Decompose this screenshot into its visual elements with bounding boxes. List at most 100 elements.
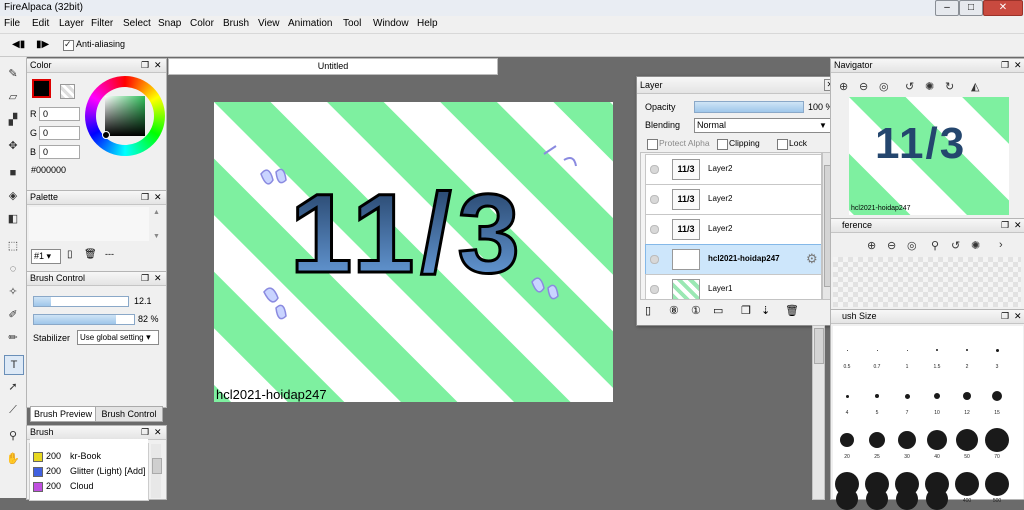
pen-tool-icon[interactable]: ✎	[4, 65, 22, 83]
brush-size-scrollbar[interactable]	[812, 325, 825, 500]
rotate-left-icon[interactable]: ↺	[905, 80, 914, 93]
brush-size-dot[interactable]	[836, 488, 858, 510]
reference-canvas[interactable]	[833, 257, 1021, 307]
menu-file[interactable]: File	[4, 18, 20, 29]
dot-tool-icon[interactable]: ▞	[4, 111, 22, 129]
brush-size-dot[interactable]	[846, 349, 848, 351]
list-item[interactable]: 200 Cloud	[30, 479, 148, 493]
eyedropper-tool-icon[interactable]: ⚲	[4, 427, 22, 445]
divide-tool-icon[interactable]: ⟋	[4, 401, 22, 419]
clipping-checkbox[interactable]	[717, 139, 728, 150]
navigator-thumbnail[interactable]: 11/3 hcl2021-hoidap247	[849, 97, 1009, 215]
lasso-tool-icon[interactable]: ◌	[4, 260, 22, 278]
scroll-thumb[interactable]	[152, 458, 162, 474]
brush-list-scrollbar[interactable]	[151, 444, 162, 498]
visibility-icon[interactable]	[650, 255, 659, 264]
zoom-actual-icon[interactable]: ◎	[907, 239, 917, 252]
layer-row-selected[interactable]: hcl2021-hoidap247 ⚙	[645, 244, 821, 275]
brush-size-dot[interactable]	[869, 432, 885, 448]
color-wheel[interactable]	[85, 76, 165, 156]
menu-snap[interactable]: Snap	[158, 18, 181, 29]
move-tool-icon[interactable]: ✥	[4, 137, 22, 155]
rotate-reset-icon[interactable]: ✺	[971, 239, 980, 252]
bucket-tool-icon[interactable]: ◈	[4, 187, 22, 205]
layer-opacity-slider[interactable]	[694, 101, 804, 113]
eraser-tool-icon[interactable]: ▱	[4, 88, 22, 106]
close-icon[interactable]: ✕	[154, 59, 162, 72]
menu-layer[interactable]: Layer	[59, 18, 84, 29]
menu-filter[interactable]: Filter	[91, 18, 113, 29]
scroll-up-icon[interactable]: ▲	[153, 209, 160, 216]
visibility-icon[interactable]	[650, 165, 659, 174]
layer-row[interactable]: 11/3 Layer2	[645, 214, 821, 245]
visibility-icon[interactable]	[650, 225, 659, 234]
r-input[interactable]: 0	[39, 107, 80, 121]
brush-size-dot[interactable]	[956, 429, 978, 451]
delete-layer-icon[interactable]: 🗑	[785, 304, 799, 317]
zoom-out-icon[interactable]: ⊖	[859, 80, 868, 93]
float-icon[interactable]: ❐	[1001, 59, 1009, 72]
brush-size-dot[interactable]	[845, 394, 849, 398]
document-tab[interactable]: Untitled	[168, 58, 498, 75]
select-pen-icon[interactable]: ✐	[4, 306, 22, 324]
brush-size-dot[interactable]	[985, 428, 1009, 452]
brush-size-dot[interactable]	[875, 394, 879, 398]
new-1bit-layer-icon[interactable]: ①	[691, 304, 701, 317]
lock-checkbox[interactable]	[777, 139, 788, 150]
brush-size-dot[interactable]	[876, 349, 878, 351]
brush-size-dot[interactable]	[936, 349, 938, 351]
layer-row[interactable]: Layer1	[645, 274, 821, 299]
primary-color-swatch[interactable]	[32, 79, 51, 98]
g-input[interactable]: 0	[39, 126, 80, 140]
new-folder-icon[interactable]: ▭	[713, 304, 723, 317]
menu-help[interactable]: Help	[417, 18, 438, 29]
palette-set-select[interactable]: #1 ▾	[31, 249, 61, 264]
brush-size-dot[interactable]	[926, 488, 948, 510]
float-icon[interactable]: ❐	[1001, 219, 1009, 232]
select-eraser-icon[interactable]: ✏	[4, 329, 22, 347]
new-8bit-layer-icon[interactable]: ⑧	[669, 304, 679, 317]
brush-opacity-slider[interactable]	[33, 314, 135, 325]
eyedropper-icon[interactable]: ⚲	[931, 239, 939, 252]
minimize-button[interactable]: –	[935, 0, 959, 16]
list-item[interactable]: 200 Glitter (Light) [Add]	[30, 464, 148, 478]
brush-size-dot[interactable]	[840, 433, 854, 447]
brush-size-dot[interactable]	[906, 349, 908, 351]
float-icon[interactable]: ❐	[1001, 310, 1009, 323]
close-window-button[interactable]: ✕	[983, 0, 1023, 16]
palette-more[interactable]: ---	[105, 249, 114, 259]
close-icon[interactable]: ✕	[154, 272, 162, 285]
drawing-canvas[interactable]: 11/3 hcl2021-hoidap247	[214, 102, 613, 402]
zoom-actual-icon[interactable]: ◎	[879, 80, 889, 93]
layer-row[interactable]: 11/3 Layer2	[645, 184, 821, 215]
gradient-tool-icon[interactable]: ◧	[4, 210, 22, 228]
visibility-icon[interactable]	[650, 285, 659, 294]
blending-select[interactable]: Normal ▼	[694, 118, 832, 133]
zoom-out-icon[interactable]: ⊖	[887, 239, 896, 252]
saturation-square[interactable]	[105, 96, 145, 136]
b-input[interactable]: 0	[39, 145, 80, 159]
list-item[interactable]: 200 kr-Book	[30, 449, 148, 463]
zoom-in-icon[interactable]: ⊕	[839, 80, 848, 93]
rotate-right-icon[interactable]: ↻	[945, 80, 954, 93]
fill-tool-icon[interactable]: ■	[4, 164, 22, 182]
brush-size-dot[interactable]	[927, 430, 947, 450]
brush-size-slider[interactable]	[33, 296, 129, 307]
gear-icon[interactable]: ⚙	[806, 251, 818, 267]
menu-animation[interactable]: Animation	[288, 18, 332, 29]
float-icon[interactable]: ❐	[141, 426, 149, 439]
merge-down-icon[interactable]: ⇣	[761, 304, 770, 317]
new-layer-icon[interactable]: ▯	[645, 304, 651, 317]
more-icon[interactable]: ›	[999, 239, 1003, 251]
float-icon[interactable]: ❐	[141, 191, 149, 204]
anti-aliasing-checkbox[interactable]	[63, 39, 74, 51]
menu-window[interactable]: Window	[373, 18, 409, 29]
menu-tool[interactable]: Tool	[343, 18, 361, 29]
zoom-in-icon[interactable]: ⊕	[867, 239, 876, 252]
text-tool-icon[interactable]: T	[4, 355, 24, 375]
scroll-thumb[interactable]	[814, 328, 824, 364]
brush-size-dot[interactable]	[955, 472, 979, 496]
brush-size-dot[interactable]	[995, 348, 999, 352]
protect-alpha-checkbox[interactable]	[647, 139, 658, 150]
delete-palette-icon[interactable]: 🗑	[84, 249, 97, 260]
